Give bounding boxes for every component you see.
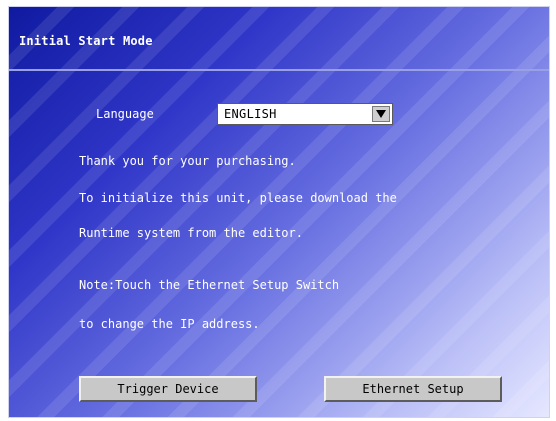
message-line-3: Runtime system from the editor. [79,226,303,240]
triangle-down-icon[interactable] [372,106,390,122]
message-line-4: Note:Touch the Ethernet Setup Switch [79,278,340,292]
message-line-1: Thank you for your purchasing. [79,154,296,168]
trigger-device-button[interactable]: Trigger Device [79,376,257,402]
language-selected-value: ENGLISH [224,107,277,121]
message-line-5: to change the IP address. [79,317,260,331]
page-title: Initial Start Mode [19,34,153,48]
initial-start-screen: Initial Start Mode Language ENGLISH Than… [8,6,550,418]
ethernet-setup-button[interactable]: Ethernet Setup [324,376,502,402]
message-line-2: To initialize this unit, please download… [79,191,397,205]
language-select[interactable]: ENGLISH [217,103,393,125]
title-bar: Initial Start Mode [9,7,549,71]
triangle-down-glyph [376,110,386,118]
language-label: Language [96,107,154,121]
